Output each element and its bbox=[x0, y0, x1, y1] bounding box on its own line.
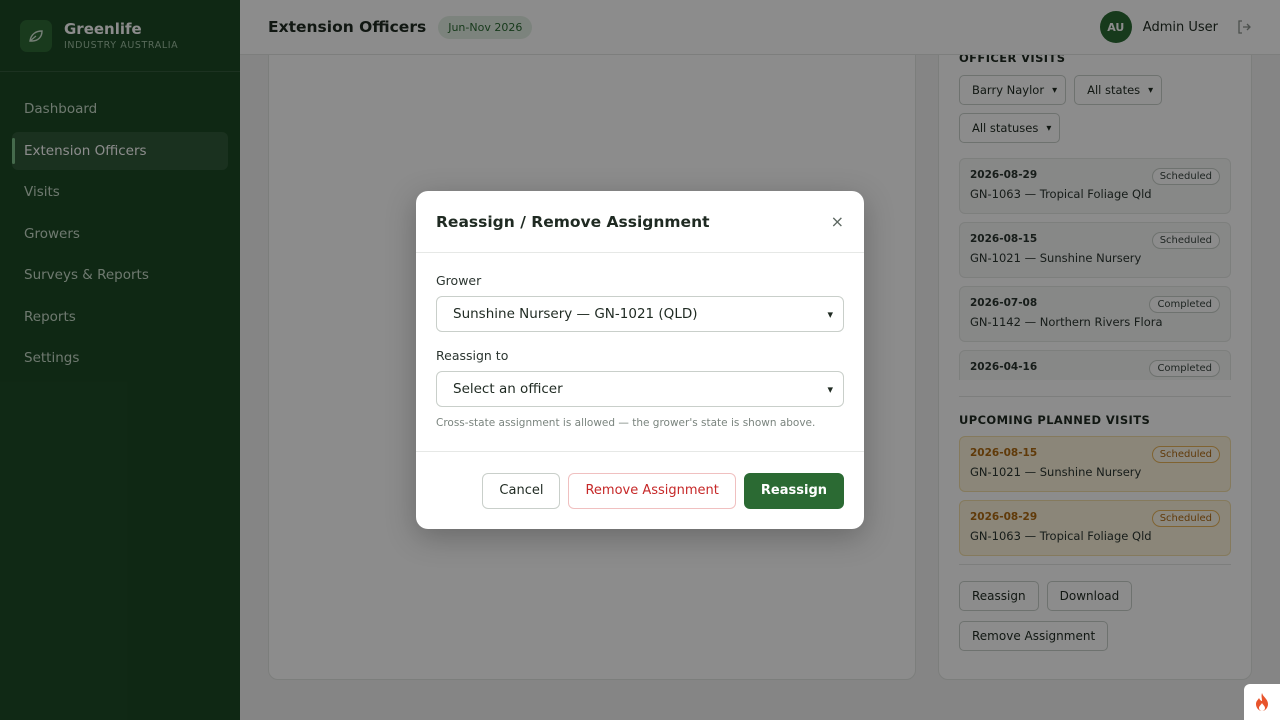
flame-icon[interactable] bbox=[1244, 684, 1280, 720]
officer-select[interactable]: Select an officer ▾ bbox=[436, 371, 844, 407]
remove-assignment-button[interactable]: Remove Assignment bbox=[568, 472, 736, 509]
officer-select-value: Select an officer bbox=[453, 381, 563, 397]
chevron-down-icon: ▾ bbox=[827, 382, 833, 396]
reassign-modal: Reassign / Remove Assignment × Grower Su… bbox=[416, 191, 864, 529]
reassign-submit-button[interactable]: Reassign bbox=[743, 472, 844, 509]
chevron-down-icon: ▾ bbox=[827, 307, 833, 321]
grower-select[interactable]: Sunshine Nursery — GN-1021 (QLD) ▾ bbox=[436, 296, 844, 332]
grower-select-value: Sunshine Nursery — GN-1021 (QLD) bbox=[453, 306, 698, 322]
modal-title: Reassign / Remove Assignment bbox=[436, 212, 710, 231]
grower-label: Grower bbox=[436, 273, 482, 288]
cross-state-hint: Cross-state assignment is allowed — the … bbox=[436, 417, 816, 429]
close-icon[interactable]: × bbox=[831, 212, 844, 231]
reassign-to-label: Reassign to bbox=[436, 348, 509, 363]
cancel-button[interactable]: Cancel bbox=[482, 472, 561, 509]
